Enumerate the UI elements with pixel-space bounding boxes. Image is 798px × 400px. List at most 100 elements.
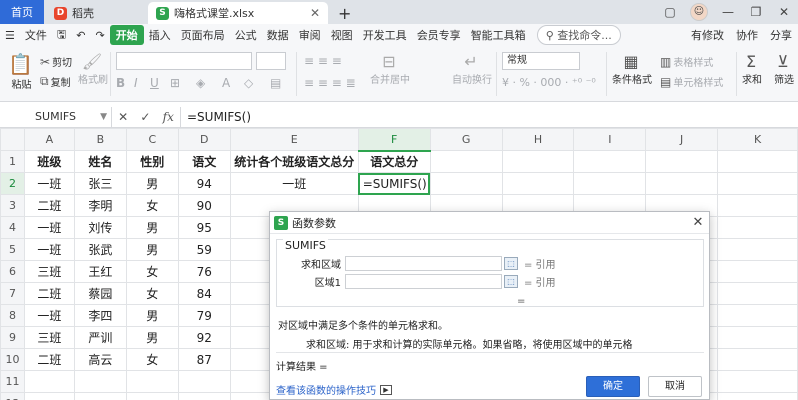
menu-insert[interactable]: 插入 (144, 27, 176, 43)
avatar[interactable]: ☺ (690, 3, 708, 21)
cell-K11[interactable] (717, 370, 798, 393)
row-header[interactable]: 5 (0, 238, 25, 261)
cell-D12[interactable] (177, 392, 231, 400)
column-header[interactable]: D (177, 128, 231, 151)
cell-A9[interactable]: 三班 (23, 326, 75, 349)
menu-smart-tools[interactable]: 智能工具箱 (466, 27, 531, 43)
filter-button[interactable]: ⊻ 筛选 (774, 52, 794, 86)
cell-A6[interactable]: 三班 (23, 260, 75, 283)
cell-I1[interactable] (573, 150, 647, 173)
cell-style-icon[interactable]: ▤ (270, 76, 281, 90)
font-size-select[interactable] (256, 52, 286, 70)
cell-D7[interactable]: 84 (177, 282, 231, 305)
cell-F2[interactable]: =SUMIFS() (357, 172, 431, 195)
column-header[interactable]: K (717, 128, 798, 151)
column-header[interactable]: H (501, 128, 575, 151)
cell-C1[interactable]: 性别 (125, 150, 179, 173)
format-painter-button[interactable]: 🖌 格式刷 (78, 52, 108, 86)
cell-B6[interactable]: 王红 (73, 260, 127, 283)
cell-C10[interactable]: 女 (125, 348, 179, 371)
table-style-button[interactable]: ▥ 表格样式 (660, 54, 713, 70)
criteria-range1-input[interactable] (345, 273, 502, 289)
cell-K9[interactable] (717, 326, 798, 349)
column-header[interactable]: J (645, 128, 719, 151)
row-header[interactable]: 12 (0, 392, 25, 400)
help-link[interactable]: 查看该函数的操作技巧 ▶ (276, 382, 392, 397)
minimize-icon[interactable]: — (714, 5, 742, 19)
share-button[interactable]: 分享 (764, 27, 798, 43)
cell-K4[interactable] (717, 216, 798, 239)
cell-D2[interactable]: 94 (177, 172, 231, 195)
cell-B12[interactable] (73, 392, 127, 400)
paste-button[interactable]: 📋 粘贴 (8, 52, 35, 91)
number-format-select[interactable]: 常规 (502, 52, 580, 70)
cell-B1[interactable]: 姓名 (73, 150, 127, 173)
number-format-buttons[interactable]: ¥ · % · 000 · ⁺⁰ ⁻⁰ (502, 76, 596, 89)
tab-daoke[interactable]: D 稻壳 (46, 2, 136, 24)
menu-developer[interactable]: 开发工具 (358, 27, 412, 43)
cut-button[interactable]: ✂ 剪切 (40, 54, 72, 70)
cell-D5[interactable]: 59 (177, 238, 231, 261)
confirm-icon[interactable]: ✓ (140, 110, 150, 124)
underline-button[interactable]: U (150, 76, 159, 90)
redo-icon[interactable]: ↷ (90, 29, 109, 42)
row-header[interactable]: 6 (0, 260, 25, 283)
command-search[interactable]: ⚲ 查找命令... (536, 25, 621, 45)
menu-formulas[interactable]: 公式 (230, 27, 262, 43)
cell-B2[interactable]: 张三 (73, 172, 127, 195)
restore-icon[interactable]: ❐ (742, 5, 770, 19)
menu-member[interactable]: 会员专享 (412, 27, 466, 43)
range-picker-icon[interactable]: ⬚ (504, 256, 518, 270)
italic-button[interactable]: I (134, 76, 138, 90)
cell-A5[interactable]: 一班 (23, 238, 75, 261)
column-header[interactable]: C (125, 128, 179, 151)
cell-G2[interactable] (429, 172, 503, 195)
cell-K2[interactable] (717, 172, 798, 195)
cell-D3[interactable]: 90 (177, 194, 231, 217)
cell-B7[interactable]: 蔡园 (73, 282, 127, 305)
cell-B11[interactable] (73, 370, 127, 393)
row-header[interactable]: 7 (0, 282, 25, 305)
align-left-icon[interactable]: ≡ ≡ ≡ ≣ (304, 76, 356, 90)
row-header[interactable]: 1 (0, 150, 25, 173)
cell-I2[interactable] (573, 172, 647, 195)
fill-color-icon[interactable]: ◈ (196, 76, 205, 90)
cell-G1[interactable] (429, 150, 503, 173)
sum-button[interactable]: Σ 求和 (742, 52, 762, 86)
cell-C5[interactable]: 男 (125, 238, 179, 261)
cell-E2[interactable]: 一班 (229, 172, 359, 195)
hamburger-icon[interactable]: ☰ (0, 29, 20, 42)
quick-save-icon[interactable]: 🖫 (52, 26, 71, 45)
row-header[interactable]: 2 (0, 172, 25, 195)
new-tab-button[interactable]: + (338, 2, 351, 24)
border-icon[interactable]: ⊞ (170, 76, 180, 90)
cell-E1[interactable]: 统计各个班级语文总分 (229, 150, 359, 173)
cell-A12[interactable] (23, 392, 75, 400)
fx-icon[interactable]: fx (163, 110, 174, 124)
bold-button[interactable]: B (116, 76, 125, 90)
modified-status[interactable]: 有修改 (685, 27, 730, 43)
cell-C6[interactable]: 女 (125, 260, 179, 283)
row-header[interactable]: 10 (0, 348, 25, 371)
collaborate-button[interactable]: 协作 (730, 27, 764, 43)
cell-K7[interactable] (717, 282, 798, 305)
cell-C7[interactable]: 女 (125, 282, 179, 305)
cell-B10[interactable]: 高云 (73, 348, 127, 371)
column-header-active[interactable]: F (357, 128, 431, 152)
cell-D9[interactable]: 92 (177, 326, 231, 349)
wrap-text-button[interactable]: ↵ 自动换行 (452, 52, 492, 86)
row-header[interactable]: 11 (0, 370, 25, 393)
cell-A8[interactable]: 一班 (23, 304, 75, 327)
cell-D11[interactable] (177, 370, 231, 393)
menu-data[interactable]: 数据 (262, 27, 294, 43)
cell-A1[interactable]: 班级 (23, 150, 75, 173)
chevron-down-icon[interactable]: ▼ (100, 107, 107, 127)
cancel-icon[interactable]: ✕ (118, 110, 128, 124)
cell-B5[interactable]: 张武 (73, 238, 127, 261)
cell-D1[interactable]: 语文 (177, 150, 231, 173)
cell-D10[interactable]: 87 (177, 348, 231, 371)
close-tab-icon[interactable]: ✕ (310, 6, 320, 20)
cell-C4[interactable]: 男 (125, 216, 179, 239)
copy-button[interactable]: ⧉ 复制 (40, 74, 71, 89)
merge-center-button[interactable]: ⊟ 合并居中 (370, 52, 410, 86)
